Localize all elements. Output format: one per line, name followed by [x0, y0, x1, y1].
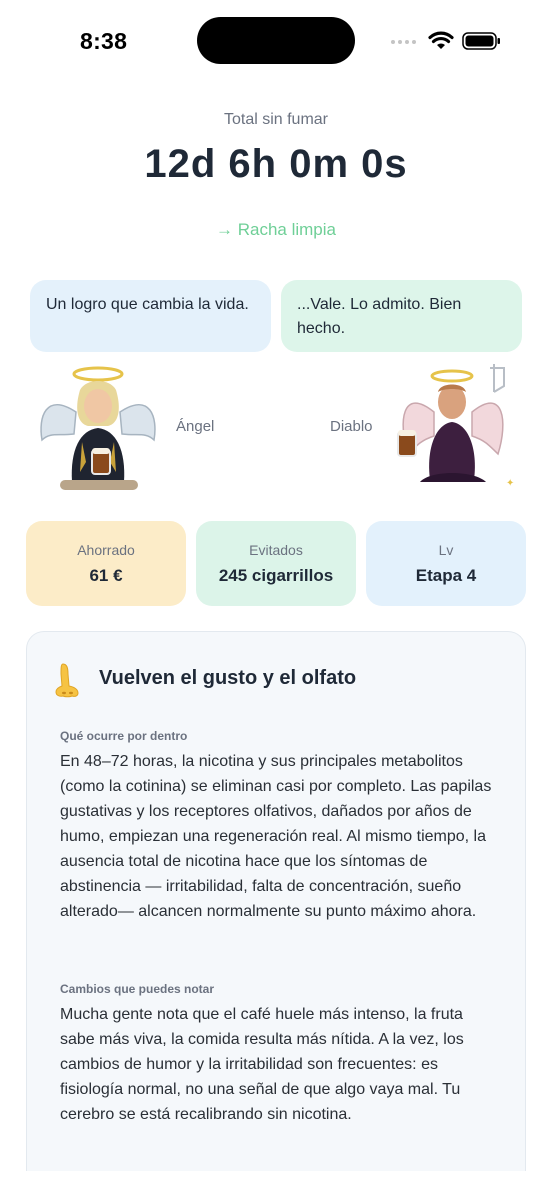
- total-label: Total sin fumar: [223, 111, 329, 128]
- section-text: Mucha gente nota que el café huele más i…: [60, 1006, 464, 1123]
- stat-label: Ahorrado: [77, 542, 135, 558]
- devil-avatar[interactable]: ✦: [390, 362, 520, 492]
- status-bar: 8:38: [0, 0, 552, 84]
- cellular-signal-icon: [391, 40, 416, 44]
- stat-label: Evitados: [249, 542, 303, 558]
- svg-text:✦: ✦: [506, 478, 514, 489]
- angel-avatar[interactable]: [36, 362, 160, 496]
- milestone-title: Vuelven el gusto y el olfato: [99, 667, 357, 689]
- stat-value: 61 €: [89, 566, 123, 585]
- status-time: 8:38: [80, 28, 128, 54]
- streak-link[interactable]: → Racha limpia: [0, 220, 552, 240]
- stat-card-level[interactable]: Lv Etapa 4: [366, 521, 526, 606]
- section-label: Cambios que puedes notar: [60, 982, 215, 996]
- devil-label: Diablo: [330, 418, 373, 435]
- battery-icon: [462, 32, 500, 50]
- wifi-icon: [428, 31, 454, 49]
- milestone-card[interactable]: Vuelven el gusto y el olfato Qué ocurre …: [26, 631, 526, 1171]
- section-text: En 48–72 horas, la nicotina y sus princi…: [60, 753, 492, 920]
- dynamic-island: [197, 17, 355, 64]
- angel-message-bubble: Un logro que cambia la vida.: [30, 280, 271, 352]
- stat-label: Lv: [438, 542, 454, 558]
- nose-icon: [55, 663, 79, 698]
- stat-value: 245 cigarrillos: [218, 566, 334, 585]
- total-time-value: 12d 6h 0m 0s: [144, 142, 408, 186]
- devil-message-bubble: ...Vale. Lo admito. Bien hecho.: [281, 280, 522, 352]
- angel-label: Ángel: [176, 418, 215, 435]
- stat-card-saved[interactable]: Ahorrado 61 €: [26, 521, 186, 606]
- stat-value: Etapa 4: [415, 566, 477, 585]
- section-label: Qué ocurre por dentro: [60, 729, 188, 743]
- stat-card-avoided[interactable]: Evitados 245 cigarrillos: [196, 521, 356, 606]
